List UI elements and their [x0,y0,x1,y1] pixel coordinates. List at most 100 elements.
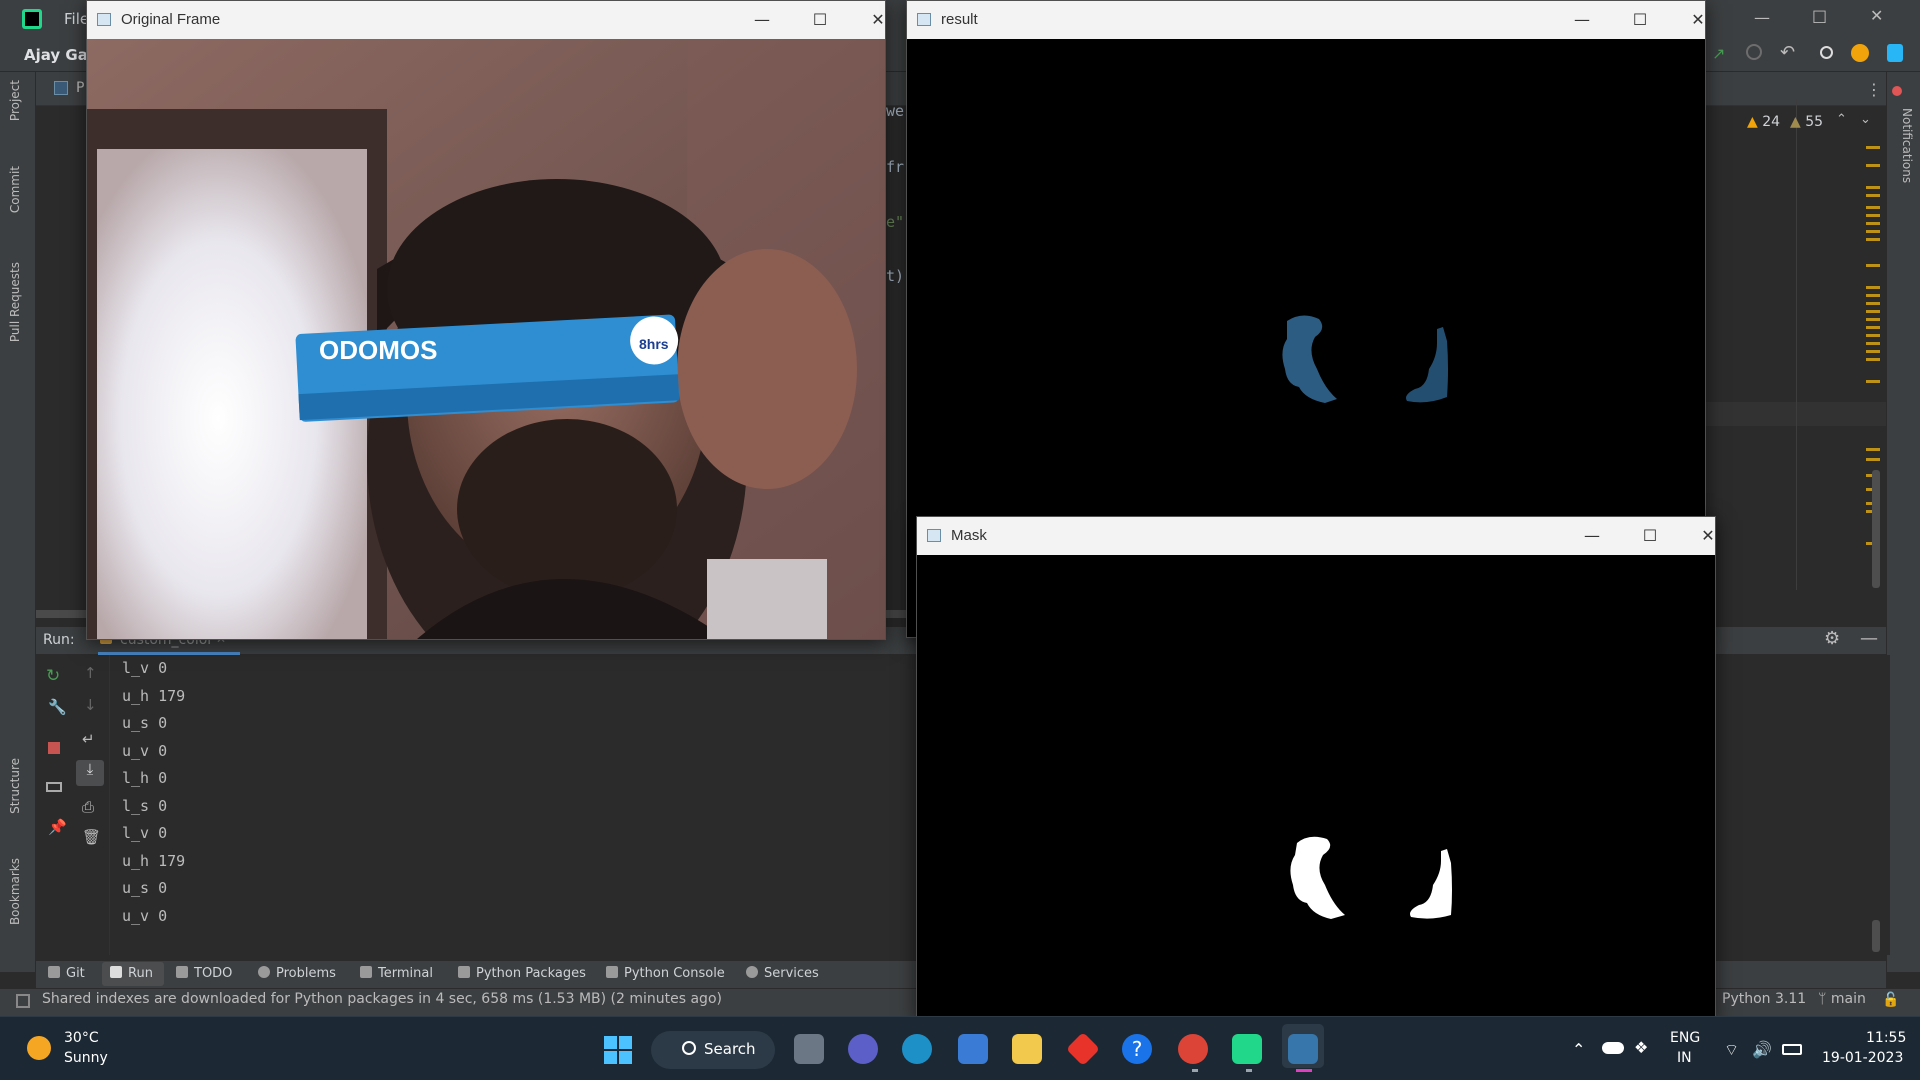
dropbox-icon[interactable]: ❖ [1634,1038,1648,1057]
onedrive-icon[interactable] [1602,1042,1624,1054]
warnings-count[interactable]: ▲ 24 [1747,114,1780,130]
tab-terminal[interactable]: Terminal [360,966,433,981]
wrench-icon[interactable]: 🔧 [48,698,67,716]
ide-close-button[interactable]: ✕ [1870,6,1883,25]
pycharm-logo-icon[interactable] [22,9,42,29]
trash-icon[interactable]: 🗑 [82,828,101,846]
scroll-to-end-icon[interactable]: ⤓ [76,760,104,786]
input-region[interactable]: IN [1677,1050,1692,1066]
weather-condition[interactable]: Sunny [64,1050,108,1066]
search-label: Search [704,1040,756,1058]
microsoft-store-icon[interactable] [958,1034,988,1064]
volume-icon[interactable]: 🔊 [1752,1040,1772,1059]
search-icon [682,1041,696,1055]
window-original-frame[interactable]: Original Frame — ☐ ✕ ODOMOS 8hrs [86,0,886,699]
project-panel-label[interactable]: P [76,80,84,96]
console-line: l_v 0 [122,659,168,677]
maximize-button[interactable]: ☐ [797,7,843,33]
close-button[interactable]: ✕ [1675,7,1721,33]
lock-icon[interactable]: 🔓 [1882,992,1899,1008]
tab-pull-requests[interactable]: Pull Requests [8,262,28,342]
rerun-icon[interactable]: ↻ [46,666,60,686]
start-icon[interactable] [604,1036,632,1064]
editor-scrollbar[interactable] [1872,470,1880,588]
window-titlebar[interactable]: Original Frame — ☐ ✕ [87,1,885,39]
running-indicator [1246,1069,1252,1072]
tab-structure[interactable]: Structure [8,758,28,814]
pycharm-taskbar-icon[interactable] [1232,1034,1262,1064]
search-everywhere-icon[interactable] [1820,46,1833,59]
minimize-button[interactable]: — [739,7,785,33]
scroll-up-icon[interactable]: ↑ [84,664,97,682]
update-icon[interactable] [1851,44,1869,62]
console-scrollbar[interactable] [1872,920,1880,952]
minimize-button[interactable]: — [1559,7,1605,33]
close-button[interactable]: ✕ [1685,523,1731,549]
edge-browser-icon[interactable] [902,1034,932,1064]
camera-frame: ODOMOS 8hrs [87,39,885,699]
show-hidden-icons-icon[interactable]: ⌃ [1572,1040,1585,1059]
help-icon[interactable]: ? [1122,1034,1152,1064]
ide-maximize-button[interactable]: □ [1812,6,1827,25]
git-branch[interactable]: ᛘ main [1818,991,1866,1007]
more-options-icon[interactable]: ⋮ [1866,80,1882,99]
rollback-icon[interactable]: ↶ [1780,42,1795,63]
scroll-down-icon[interactable]: ↓ [84,696,97,714]
python-interpreter[interactable]: Python 3.11 [1722,991,1806,1007]
print-icon[interactable]: ⎙ [82,798,94,816]
battery-icon[interactable] [1782,1044,1802,1055]
python-logo-icon[interactable] [1887,44,1903,62]
window-title: Original Frame [121,11,221,28]
tab-problems[interactable]: Problems [258,966,336,981]
maximize-button[interactable]: ☐ [1627,523,1673,549]
chrome-icon[interactable] [1178,1034,1208,1064]
ide-minimize-button[interactable]: — [1754,8,1770,27]
tab-git[interactable]: Git [48,966,85,981]
pin-icon[interactable]: 📌 [48,818,67,836]
history-icon[interactable] [1746,44,1762,60]
tab-project[interactable]: Project [8,80,28,121]
teams-chat-icon[interactable] [848,1034,878,1064]
clock-date[interactable]: 19-01-2023 [1822,1050,1903,1066]
tab-todo[interactable]: TODO [176,966,232,981]
sun-icon[interactable] [27,1036,51,1060]
file-explorer-icon[interactable] [1012,1034,1042,1064]
layers-icon [458,966,470,978]
code-fragment: fr [886,158,905,176]
project-panel-icon[interactable] [54,81,68,95]
list-icon [176,966,188,978]
maximize-button[interactable]: ☐ [1617,7,1663,33]
tab-commit[interactable]: Commit [8,166,28,213]
input-language[interactable]: ENG [1670,1030,1700,1046]
toggle-tool-windows-icon[interactable] [16,994,30,1008]
soft-wrap-icon[interactable]: ↵ [82,730,95,748]
window-titlebar[interactable]: Mask — ☐ ✕ [917,517,1715,555]
layout-icon[interactable] [46,782,62,792]
status-message[interactable]: Shared indexes are downloaded for Python… [42,991,722,1007]
clock-time[interactable]: 11:55 [1866,1030,1906,1046]
tab-python-packages[interactable]: Python Packages [458,966,586,981]
weather-temperature[interactable]: 30°C [64,1030,99,1046]
task-view-icon[interactable] [794,1034,824,1064]
previous-highlight-icon[interactable]: ⌃ [1836,112,1847,127]
console-line: l_h 0 [122,769,168,787]
tab-python-console[interactable]: Python Console [606,966,725,981]
minimize-button[interactable]: — [1569,523,1615,549]
hide-panel-icon[interactable]: — [1860,628,1878,649]
window-titlebar[interactable]: result — ☐ ✕ [907,1,1705,39]
tab-bookmarks[interactable]: Bookmarks [8,858,28,925]
stop-icon[interactable] [48,742,60,754]
info-icon [258,966,270,978]
tab-services[interactable]: Services [746,966,819,981]
vcs-push-icon[interactable]: ↗ [1712,44,1728,63]
next-highlight-icon[interactable]: ⌄ [1860,112,1871,127]
close-button[interactable]: ✕ [855,7,901,33]
window-mask[interactable]: Mask — ☐ ✕ [916,516,1716,1020]
tab-run[interactable]: Run [110,966,153,981]
settings-gear-icon[interactable]: ⚙ [1824,628,1840,649]
weak-warnings-count[interactable]: ▲ 55 [1790,114,1823,130]
notification-bell-icon[interactable] [1892,86,1902,96]
python-taskbar-icon[interactable] [1288,1034,1318,1064]
tab-notifications[interactable]: Notifications [1894,108,1914,183]
wifi-icon[interactable]: ⌔ [1724,1040,1739,1060]
